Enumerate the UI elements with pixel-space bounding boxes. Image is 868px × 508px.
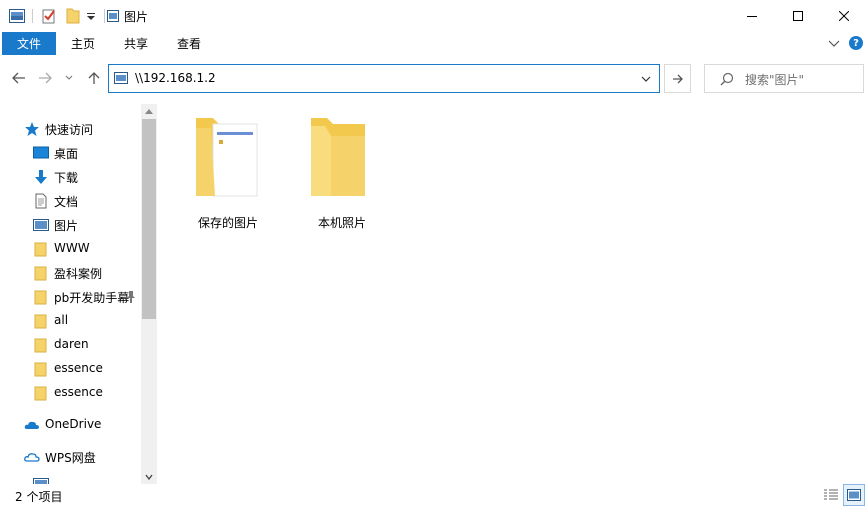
up-button[interactable] xyxy=(83,66,105,90)
window-title: 图片 xyxy=(124,10,149,24)
large-icons-view-icon[interactable] xyxy=(843,484,865,506)
nav-item-essence-2[interactable]: essence xyxy=(33,382,141,404)
recent-locations-chevron-icon[interactable] xyxy=(62,66,76,90)
nav-quick-access[interactable]: 快速访问 xyxy=(24,118,140,140)
expand-ribbon-chevron-icon[interactable] xyxy=(826,35,842,51)
separator xyxy=(104,9,105,23)
folder-icon xyxy=(33,289,49,305)
nav-onedrive-label: OneDrive xyxy=(45,417,102,431)
ribbon: 文件 主页 共享 查看 ? xyxy=(0,31,868,56)
separator xyxy=(32,9,33,23)
item-count: 2 个项目 xyxy=(15,490,63,504)
nav-item-label: WWW xyxy=(54,241,90,255)
nav-item-all[interactable]: all xyxy=(33,310,141,332)
nav-item-label: 桌面 xyxy=(54,147,79,161)
close-button[interactable] xyxy=(821,0,867,31)
folder-with-document-icon xyxy=(196,118,258,197)
status-bar: 2 个项目 xyxy=(0,484,868,508)
nav-item-yingke[interactable]: 盈科案例 xyxy=(33,262,141,284)
nav-item-label: 文档 xyxy=(54,195,79,209)
search-input[interactable]: 搜索"图片" xyxy=(704,64,864,93)
folder-icon xyxy=(33,265,49,281)
nav-item-partial xyxy=(33,476,49,484)
details-view-icon[interactable] xyxy=(820,484,842,506)
minimize-button[interactable] xyxy=(729,0,775,31)
address-path[interactable]: \\192.168.1.2 xyxy=(135,71,216,85)
folder-icon xyxy=(33,241,49,257)
nav-item-pb-helper[interactable]: pb开发助手幕 xyxy=(33,286,141,308)
search-icon xyxy=(720,72,734,89)
navigation-pane: 快速访问 桌面 下载 文档 图片 WWW 盈科案例 pb开发助手幕 all da… xyxy=(0,104,158,484)
properties-icon[interactable] xyxy=(38,0,60,31)
address-dropdown-chevron-icon[interactable] xyxy=(641,72,651,86)
nav-onedrive[interactable]: OneDrive xyxy=(24,414,140,436)
folder-icon xyxy=(33,337,49,353)
nav-item-essence[interactable]: essence xyxy=(33,358,141,380)
download-icon xyxy=(33,169,49,185)
tab-file[interactable]: 文件 xyxy=(2,32,56,55)
folder-icon xyxy=(311,118,365,196)
scroll-thumb[interactable] xyxy=(142,119,156,319)
back-button[interactable] xyxy=(8,66,30,90)
nav-item-label: 盈科案例 xyxy=(54,267,103,281)
folder-icon xyxy=(33,385,49,401)
nav-item-label: all xyxy=(54,313,69,327)
search-placeholder: 搜索"图片" xyxy=(745,73,805,87)
folder-label: 保存的图片 xyxy=(197,216,258,230)
nav-item-label: 图片 xyxy=(54,219,79,233)
wps-cloud-icon xyxy=(24,449,40,465)
tab-home[interactable]: 主页 xyxy=(62,32,104,55)
scroll-up-arrow-icon[interactable] xyxy=(141,104,157,119)
pictures-icon xyxy=(33,217,49,233)
folder-saved-pictures[interactable]: 保存的图片 xyxy=(183,110,273,230)
nav-quick-access-label: 快速访问 xyxy=(45,123,94,137)
folder-label: 本机照片 xyxy=(317,216,366,230)
nav-wps-label: WPS网盘 xyxy=(45,451,96,465)
document-icon xyxy=(33,193,49,209)
tab-view[interactable]: 查看 xyxy=(168,32,210,55)
address-bar[interactable]: \\192.168.1.2 xyxy=(108,64,660,93)
maximize-button[interactable] xyxy=(775,0,821,31)
nav-item-label: essence xyxy=(54,361,103,375)
folder-title-icon xyxy=(106,0,120,31)
nav-item-daren[interactable]: daren xyxy=(33,334,141,356)
nav-item-desktop[interactable]: 桌面 xyxy=(33,142,141,164)
go-button[interactable] xyxy=(664,64,691,93)
nav-item-label: essence xyxy=(54,385,103,399)
nav-item-pictures[interactable]: 图片 xyxy=(33,214,141,236)
new-folder-icon[interactable] xyxy=(62,0,84,31)
folder-icon xyxy=(33,313,49,329)
help-button[interactable]: ? xyxy=(849,36,863,50)
nav-item-www[interactable]: WWW xyxy=(33,238,141,260)
cloud-icon xyxy=(24,417,40,433)
network-location-icon xyxy=(114,72,128,87)
star-icon xyxy=(24,121,40,137)
nav-item-downloads[interactable]: 下载 xyxy=(33,166,141,188)
nav-wps[interactable]: WPS网盘 xyxy=(24,446,140,468)
quick-access-dropdown-icon[interactable] xyxy=(84,0,98,31)
title-bar: 图片 xyxy=(0,0,868,31)
folder-icon xyxy=(33,361,49,377)
explorer-window-icon[interactable] xyxy=(6,0,28,31)
nav-item-label: daren xyxy=(54,337,89,351)
folder-local-photos[interactable]: 本机照片 xyxy=(297,110,387,230)
tab-share[interactable]: 共享 xyxy=(115,32,157,55)
forward-button[interactable] xyxy=(34,66,56,90)
nav-item-documents[interactable]: 文档 xyxy=(33,190,141,212)
scroll-down-arrow-icon[interactable] xyxy=(141,469,157,484)
nav-item-label: 下载 xyxy=(54,171,79,185)
pin-icon xyxy=(126,291,136,303)
desktop-icon xyxy=(33,145,49,161)
